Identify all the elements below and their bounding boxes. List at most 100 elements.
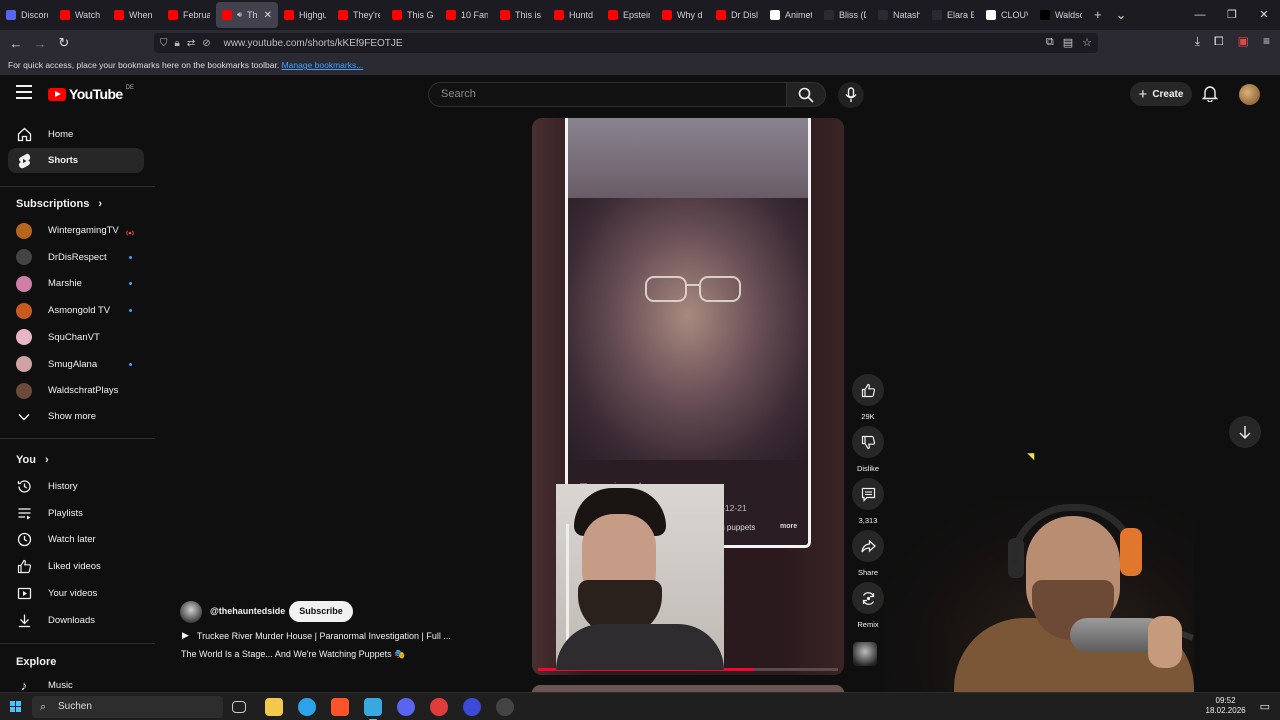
- sidebar-item-your-videos[interactable]: Your videos: [8, 581, 144, 606]
- you-heading[interactable]: You ›: [16, 454, 49, 466]
- file-explorer-icon[interactable]: [265, 698, 283, 716]
- sidebar-item-downloads[interactable]: Downloads: [8, 608, 144, 633]
- search-button[interactable]: [786, 82, 826, 107]
- sidebar-item-shorts[interactable]: Shorts: [8, 148, 144, 173]
- restore-button[interactable]: ❐: [1216, 0, 1248, 30]
- menu-icon[interactable]: [16, 85, 32, 99]
- reader-view-icon[interactable]: ▤: [1063, 36, 1073, 49]
- url-bar[interactable]: ⛉ 🔒︎ ⇄ ⊘ www.youtube.com/shorts/kKEf9FEO…: [154, 33, 1098, 53]
- account-avatar[interactable]: [1239, 84, 1260, 105]
- sidebar: Home Shorts Subscriptions › Wintergaming…: [0, 120, 155, 693]
- media-player-icon[interactable]: [463, 698, 481, 716]
- sidebar-item-label: History: [48, 481, 78, 492]
- back-icon[interactable]: ←: [4, 36, 28, 51]
- subscription-item[interactable]: DrDisRespect: [8, 245, 144, 270]
- app-menu-icon[interactable]: ≡: [1263, 34, 1270, 49]
- browser-tab[interactable]: Dr Disl: [710, 2, 764, 28]
- browser-tab[interactable]: Epstein: [602, 2, 656, 28]
- downloads-icon: [16, 612, 32, 628]
- next-short-button[interactable]: [1229, 416, 1261, 448]
- subscription-item[interactable]: SmugAlana: [8, 352, 144, 377]
- browser-tab[interactable]: This is: [494, 2, 548, 28]
- browser-tab[interactable]: When: [108, 2, 162, 28]
- linked-video[interactable]: ▶ Truckee River Murder House | Paranorma…: [182, 630, 451, 641]
- sidebar-item-liked-videos[interactable]: Liked videos: [8, 554, 144, 579]
- extensions-icon[interactable]: ⧠: [1214, 34, 1224, 49]
- windows-start-icon[interactable]: [10, 701, 22, 713]
- browser-tab[interactable]: 🔊︎ The ✕: [216, 2, 278, 28]
- minimize-button[interactable]: —: [1184, 0, 1216, 30]
- downloads-icon[interactable]: ⤓: [1195, 34, 1200, 49]
- new-tab-icon[interactable]: +: [1094, 7, 1102, 23]
- active-app-icon[interactable]: [364, 698, 382, 720]
- brave-browser-icon[interactable]: [331, 698, 349, 716]
- sidebar-item-history[interactable]: History: [8, 474, 144, 499]
- subscription-item[interactable]: Marshie: [8, 271, 144, 296]
- subscription-item[interactable]: WintergamingTV: [8, 218, 144, 243]
- short-description[interactable]: The World Is a Stage... And We're Watchi…: [181, 649, 405, 660]
- picture-in-picture-icon[interactable]: ⧉: [1046, 36, 1054, 49]
- close-window-button[interactable]: ✕: [1248, 0, 1280, 30]
- voice-search-button[interactable]: [838, 82, 864, 108]
- browser-tab[interactable]: Bliss (D: [818, 2, 872, 28]
- notifications-button[interactable]: [1201, 85, 1219, 107]
- browser-tab[interactable]: They're: [332, 2, 386, 28]
- browser-tab[interactable]: Why d: [656, 2, 710, 28]
- channel-avatar[interactable]: [180, 601, 202, 623]
- app-icon[interactable]: [298, 698, 316, 716]
- list-all-tabs-icon[interactable]: ⌄: [1116, 7, 1127, 23]
- sidebar-item-playlists[interactable]: Playlists: [8, 501, 144, 526]
- subscriptions-label: Subscriptions: [16, 198, 90, 210]
- overlay-more-link[interactable]: more: [780, 523, 797, 530]
- browser-tab[interactable]: Natash: [872, 2, 926, 28]
- autoplay-blocked-icon[interactable]: ⊘: [202, 38, 210, 49]
- task-view-icon[interactable]: [232, 701, 246, 713]
- speaker-icon[interactable]: 🔊︎: [237, 10, 242, 20]
- browser-tab[interactable]: 10 Fan: [440, 2, 494, 28]
- taskbar-search[interactable]: ⌕ Suchen: [32, 696, 223, 718]
- browser-tab[interactable]: Animet: [764, 2, 818, 28]
- close-tab-icon[interactable]: ✕: [264, 10, 272, 21]
- search-input[interactable]: Search: [428, 82, 786, 107]
- create-button[interactable]: + Create: [1130, 82, 1192, 106]
- browser-tab[interactable]: Waldsc: [1034, 2, 1088, 28]
- sidebar-item-home[interactable]: Home: [8, 122, 144, 147]
- browser-tab[interactable]: Watch: [54, 2, 108, 28]
- sidebar-item-watch-later[interactable]: Watch later: [8, 527, 144, 552]
- clock[interactable]: 09:52 18.02.2026: [1206, 696, 1246, 716]
- browser-tab[interactable]: CLOUV: [980, 2, 1034, 28]
- subscriptions-heading[interactable]: Subscriptions ›: [16, 198, 102, 210]
- browser-tab[interactable]: Highgu: [278, 2, 332, 28]
- share-button[interactable]: Share: [852, 530, 884, 577]
- comments-button[interactable]: 3,313: [852, 478, 884, 525]
- like-button[interactable]: 29K: [852, 374, 884, 421]
- bookmark-star-icon[interactable]: ☆: [1082, 36, 1092, 49]
- discord-icon[interactable]: [397, 698, 415, 716]
- permissions-icon[interactable]: ⇄: [187, 38, 195, 49]
- sound-channel-thumbnail[interactable]: [853, 642, 877, 666]
- subscription-item[interactable]: SquChanVT: [8, 325, 144, 350]
- notification-center-icon[interactable]: ▭: [1260, 700, 1270, 713]
- browser-tab[interactable]: Elara E: [926, 2, 980, 28]
- manage-bookmarks-link[interactable]: Manage bookmarks...: [282, 60, 364, 70]
- subscription-item[interactable]: Asmongold TV: [8, 298, 144, 323]
- browser-tab[interactable]: Huntd: [548, 2, 602, 28]
- obs-studio-icon[interactable]: [496, 698, 514, 716]
- forward-icon[interactable]: →: [28, 36, 52, 51]
- reload-icon[interactable]: ↻: [52, 35, 76, 51]
- show-more-button[interactable]: Show more: [8, 404, 144, 429]
- channel-handle[interactable]: @thehauntedside: [210, 606, 285, 616]
- shield-icon[interactable]: ⛉: [160, 38, 168, 49]
- browser-tab[interactable]: Februa: [162, 2, 216, 28]
- browser-tab[interactable]: This Ga: [386, 2, 440, 28]
- youtube-logo[interactable]: YouTube DE: [48, 85, 134, 102]
- subscription-item[interactable]: WaldschratPlays: [8, 378, 144, 403]
- extension-badge-icon[interactable]: ▣: [1238, 34, 1249, 49]
- remix-button[interactable]: Remix: [852, 582, 884, 629]
- browser-tab[interactable]: Discord: [0, 2, 54, 28]
- subscribe-button[interactable]: Subscribe: [289, 601, 353, 622]
- lock-icon[interactable]: 🔒︎: [175, 38, 180, 49]
- creative-cloud-icon[interactable]: [430, 698, 448, 716]
- dislike-button[interactable]: Dislike: [852, 426, 884, 473]
- url-text[interactable]: www.youtube.com/shorts/kKEf9FEOTJE: [224, 38, 403, 49]
